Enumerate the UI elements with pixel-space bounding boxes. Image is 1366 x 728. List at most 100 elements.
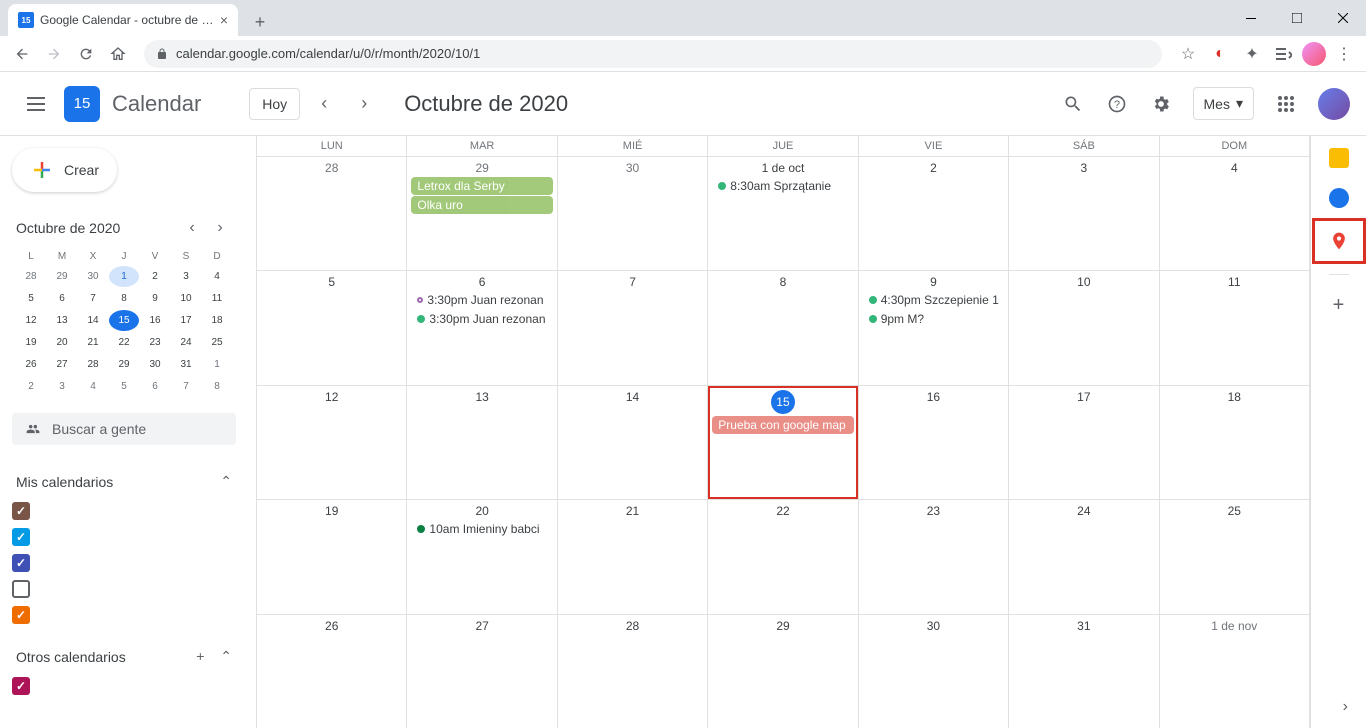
day-cell[interactable]: 31 bbox=[1009, 615, 1159, 728]
event[interactable]: 3:30pm Juan rezonan bbox=[411, 310, 552, 328]
account-avatar[interactable] bbox=[1318, 88, 1350, 120]
day-cell[interactable]: 26 bbox=[257, 615, 407, 728]
day-cell[interactable]: 13 bbox=[407, 386, 557, 499]
day-cell[interactable]: 19 bbox=[257, 500, 407, 613]
tasks-icon[interactable] bbox=[1329, 188, 1349, 208]
mini-day[interactable]: 17 bbox=[171, 310, 201, 331]
star-icon[interactable]: ☆ bbox=[1176, 42, 1200, 66]
day-cell[interactable]: 22 bbox=[708, 500, 858, 613]
event[interactable]: 10am Imieniny babci bbox=[411, 520, 552, 538]
day-cell[interactable]: 17 bbox=[1009, 386, 1159, 499]
day-cell[interactable]: 21 bbox=[558, 500, 708, 613]
day-cell[interactable]: 2010am Imieniny babci bbox=[407, 500, 557, 613]
mini-day[interactable]: 7 bbox=[78, 288, 108, 309]
day-cell[interactable]: 29Letrox dla SerbyOlka uro bbox=[407, 157, 557, 270]
mini-next-button[interactable]: › bbox=[208, 216, 232, 240]
tab-close-icon[interactable]: × bbox=[220, 12, 228, 28]
today-button[interactable]: Hoy bbox=[249, 88, 300, 120]
mini-day[interactable]: 30 bbox=[140, 354, 170, 375]
mini-day[interactable]: 28 bbox=[16, 266, 46, 287]
mini-day[interactable]: 11 bbox=[202, 288, 232, 309]
browser-menu-icon[interactable]: ⋮ bbox=[1332, 42, 1356, 66]
day-cell[interactable]: 28 bbox=[257, 157, 407, 270]
mini-day[interactable]: 29 bbox=[109, 354, 139, 375]
mini-day[interactable]: 1 bbox=[202, 354, 232, 375]
mini-day[interactable]: 8 bbox=[202, 376, 232, 397]
mini-day[interactable]: 8 bbox=[109, 288, 139, 309]
extensions-icon[interactable]: ✦ bbox=[1240, 42, 1264, 66]
mini-day[interactable]: 2 bbox=[140, 266, 170, 287]
url-field[interactable]: calendar.google.com/calendar/u/0/r/month… bbox=[144, 40, 1162, 68]
maps-icon[interactable] bbox=[1329, 231, 1349, 251]
panel-collapse-icon[interactable]: › bbox=[1343, 698, 1348, 716]
day-cell[interactable]: 2 bbox=[859, 157, 1009, 270]
other-calendars-header[interactable]: Otros calendarios + ⌃ bbox=[12, 640, 236, 673]
help-icon[interactable]: ? bbox=[1097, 84, 1137, 124]
mini-day[interactable]: 12 bbox=[16, 310, 46, 331]
mini-day[interactable]: 30 bbox=[78, 266, 108, 287]
event[interactable]: Olka uro bbox=[411, 196, 552, 214]
mini-prev-button[interactable]: ‹ bbox=[180, 216, 204, 240]
mini-day[interactable]: 6 bbox=[47, 288, 77, 309]
mini-day[interactable]: 25 bbox=[202, 332, 232, 353]
settings-icon[interactable] bbox=[1141, 84, 1181, 124]
prev-month-button[interactable]: ‹ bbox=[308, 88, 340, 120]
apps-grid-icon[interactable] bbox=[1266, 84, 1306, 124]
back-button[interactable] bbox=[8, 40, 36, 68]
calendar-checkbox[interactable] bbox=[12, 677, 30, 695]
reload-button[interactable] bbox=[72, 40, 100, 68]
close-window-button[interactable] bbox=[1320, 0, 1366, 36]
day-cell[interactable]: 24 bbox=[1009, 500, 1159, 613]
day-cell[interactable]: 25 bbox=[1160, 500, 1310, 613]
mini-day[interactable]: 31 bbox=[171, 354, 201, 375]
day-cell[interactable]: 30 bbox=[859, 615, 1009, 728]
mini-day[interactable]: 29 bbox=[47, 266, 77, 287]
browser-tab[interactable]: 15 Google Calendar - octubre de 20 × bbox=[8, 4, 238, 36]
create-button[interactable]: Crear bbox=[12, 148, 117, 192]
event[interactable]: 3:30pm Juan rezonan bbox=[411, 291, 552, 309]
mini-day[interactable]: 5 bbox=[109, 376, 139, 397]
day-cell[interactable]: 94:30pm Szczepienie 19pm M? bbox=[859, 271, 1009, 384]
event[interactable]: 4:30pm Szczepienie 1 bbox=[863, 291, 1004, 309]
day-cell[interactable]: 29 bbox=[708, 615, 858, 728]
day-cell[interactable]: 23 bbox=[859, 500, 1009, 613]
day-cell[interactable]: 63:30pm Juan rezonan3:30pm Juan rezonan bbox=[407, 271, 557, 384]
mini-day[interactable]: 5 bbox=[16, 288, 46, 309]
mini-day[interactable]: 28 bbox=[78, 354, 108, 375]
day-cell[interactable]: 7 bbox=[558, 271, 708, 384]
view-selector[interactable]: Mes▾ bbox=[1193, 87, 1254, 120]
minimize-button[interactable] bbox=[1228, 0, 1274, 36]
mini-day[interactable]: 3 bbox=[171, 266, 201, 287]
mini-day[interactable]: 6 bbox=[140, 376, 170, 397]
day-cell[interactable]: 3 bbox=[1009, 157, 1159, 270]
profile-avatar[interactable] bbox=[1302, 42, 1326, 66]
mini-day[interactable]: 21 bbox=[78, 332, 108, 353]
mini-day[interactable]: 18 bbox=[202, 310, 232, 331]
event[interactable]: 9pm M? bbox=[863, 310, 1004, 328]
day-cell[interactable]: 12 bbox=[257, 386, 407, 499]
mini-day[interactable]: 22 bbox=[109, 332, 139, 353]
event[interactable]: Prueba con google map bbox=[712, 416, 853, 434]
my-calendars-header[interactable]: Mis calendarios ⌃ bbox=[12, 465, 236, 498]
calendar-checkbox[interactable] bbox=[12, 502, 30, 520]
mini-day[interactable]: 16 bbox=[140, 310, 170, 331]
mini-day[interactable]: 20 bbox=[47, 332, 77, 353]
search-icon[interactable] bbox=[1053, 84, 1093, 124]
day-cell[interactable]: 30 bbox=[558, 157, 708, 270]
mini-day[interactable]: 7 bbox=[171, 376, 201, 397]
maximize-button[interactable] bbox=[1274, 0, 1320, 36]
day-cell[interactable]: 11 bbox=[1160, 271, 1310, 384]
new-tab-button[interactable]: + bbox=[246, 8, 274, 36]
day-cell[interactable]: 4 bbox=[1160, 157, 1310, 270]
search-people-input[interactable]: Buscar a gente bbox=[12, 413, 236, 445]
mini-day[interactable]: 2 bbox=[16, 376, 46, 397]
mini-day[interactable]: 19 bbox=[16, 332, 46, 353]
day-cell[interactable]: 16 bbox=[859, 386, 1009, 499]
mini-day[interactable]: 4 bbox=[202, 266, 232, 287]
day-cell[interactable]: 10 bbox=[1009, 271, 1159, 384]
calendar-checkbox[interactable] bbox=[12, 606, 30, 624]
mini-day[interactable]: 9 bbox=[140, 288, 170, 309]
mini-day[interactable]: 13 bbox=[47, 310, 77, 331]
mini-day[interactable]: 27 bbox=[47, 354, 77, 375]
mini-day[interactable]: 3 bbox=[47, 376, 77, 397]
